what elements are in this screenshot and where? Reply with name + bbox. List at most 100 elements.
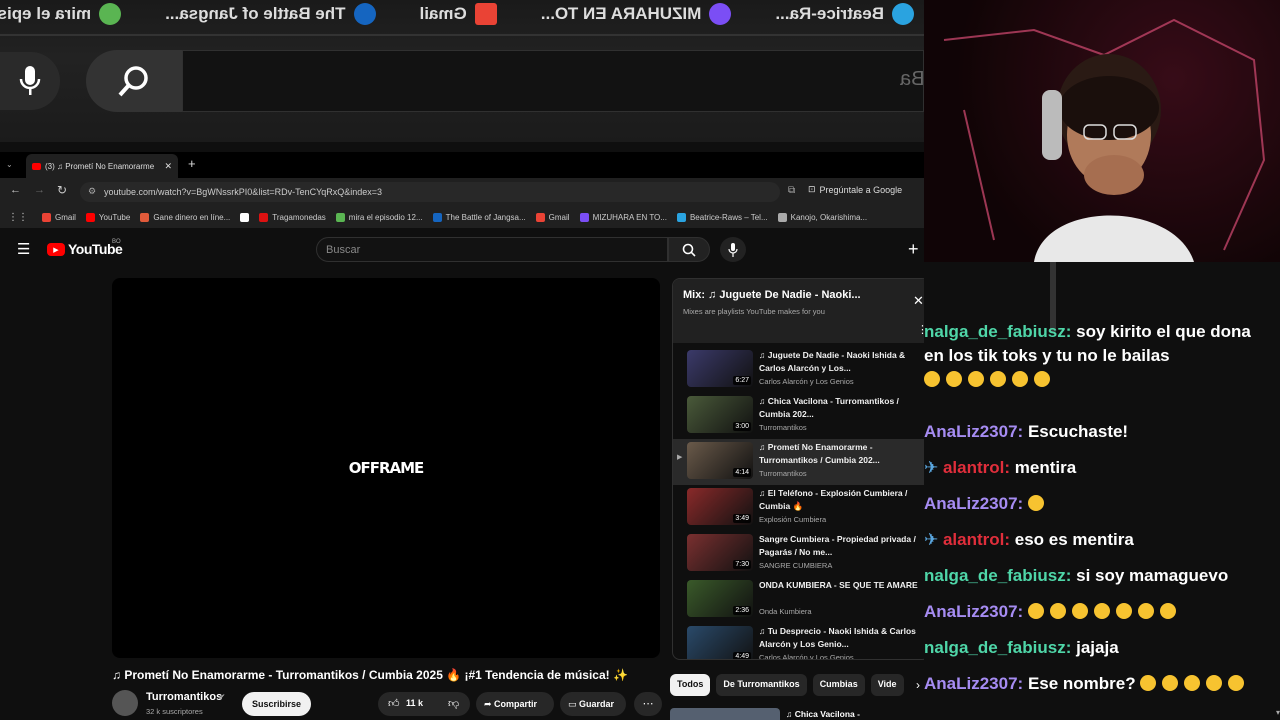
- chat-message: AnaLiz2307: Ese nombre?: [924, 672, 1274, 696]
- bookmark-item[interactable]: Tragamonedas: [259, 212, 326, 222]
- bookmark-item[interactable]: Kanojo, Okarishima...: [777, 212, 867, 222]
- browser-tab[interactable]: (3) ♫ Prometí No Enamorarme ✕: [26, 154, 178, 178]
- emoji-icon: [1159, 603, 1176, 619]
- channel-row: Turromantikos ✔ 32 k suscriptores Suscri…: [112, 690, 672, 718]
- chat-message: ✈ alantrol: mentira: [924, 456, 1274, 480]
- bookmark-favicon-icon: [140, 212, 150, 222]
- emoji-icon: [1049, 603, 1066, 619]
- create-icon[interactable]: +: [908, 239, 919, 260]
- search-icon: [682, 243, 696, 257]
- playlist-item[interactable]: 7:30 Sangre Cumbiera - Propiedad privada …: [673, 531, 929, 577]
- bookmark-item[interactable]: The Battle of Jangsa...: [432, 212, 526, 222]
- site-info-icon[interactable]: ⚙: [88, 186, 96, 197]
- back-icon[interactable]: ←: [10, 184, 21, 196]
- video-player[interactable]: OFFRAME: [112, 278, 660, 658]
- bookmark-item[interactable]: Beatrice-Raws – Tel...: [676, 212, 768, 222]
- bookmark-item[interactable]: YouTube: [85, 212, 130, 222]
- emoji-icon: [1137, 603, 1154, 619]
- chat-username[interactable]: AnaLiz2307:: [924, 674, 1023, 693]
- save-button[interactable]: ▭ Guardar: [560, 692, 626, 716]
- ask-google-button[interactable]: ⊡ Pregúntale a Google: [808, 184, 902, 195]
- emoji-icon: [1027, 495, 1044, 511]
- like-dislike-group: 👍︎ 11 k 👎︎: [378, 692, 470, 716]
- dislike-icon[interactable]: 👎︎: [448, 697, 459, 710]
- next-thumbnail: [670, 708, 780, 720]
- lens-icon: ⊡: [808, 184, 816, 194]
- playlist-item[interactable]: ▶ 4:14 ♫ Prometí No Enamorarme - Turromant…: [673, 439, 929, 485]
- save-label: Guardar: [579, 699, 615, 709]
- mix-playlist-panel: Mix: ♫ Juguete De Nadie - Naoki... Mixes…: [672, 278, 930, 660]
- duration: 4:14: [733, 468, 751, 477]
- chat-message: nalga_de_fabiusz: si soy mamaguevo: [924, 564, 1274, 588]
- chips-next-icon[interactable]: ›: [916, 678, 920, 692]
- tab-list-icon[interactable]: ⌄: [6, 160, 13, 169]
- chat-username[interactable]: AnaLiz2307:: [924, 602, 1023, 621]
- duration: 7:30: [733, 560, 751, 569]
- chat-username[interactable]: nalga_de_fabiusz:: [924, 638, 1071, 657]
- bookmark-item[interactable]: [240, 212, 250, 222]
- playlist-item[interactable]: 4:49 ♫ Tu Desprecio - Naoki Ishida & Carl…: [673, 623, 929, 660]
- bookmark-item[interactable]: MIZUHARA EN TO...: [579, 212, 667, 222]
- chat-username[interactable]: AnaLiz2307:: [924, 494, 1023, 513]
- new-tab-button[interactable]: +: [188, 156, 196, 171]
- playlist-subtitle: Mixes are playlists YouTube makes for yo…: [683, 307, 825, 316]
- filter-chip[interactable]: De Turromantikos: [716, 674, 807, 696]
- search-button[interactable]: [668, 237, 710, 262]
- menu-icon[interactable]: ☰: [17, 240, 30, 258]
- playlist-item-channel: Carlos Alarcón y Los Genios: [759, 653, 854, 660]
- bookmark-item[interactable]: Gmail: [535, 212, 570, 222]
- filter-chip[interactable]: Vide: [870, 674, 904, 696]
- channel-avatar[interactable]: [112, 690, 138, 716]
- chat-username[interactable]: alantrol:: [943, 458, 1010, 477]
- chat-username[interactable]: AnaLiz2307:: [924, 422, 1023, 441]
- filter-chip[interactable]: Cumbias: [812, 674, 865, 696]
- share-button[interactable]: ➦ Compartir: [476, 692, 554, 716]
- video-thumbnail: 4:49: [687, 626, 753, 659]
- filter-chip[interactable]: Todos: [670, 674, 711, 696]
- voice-search-button[interactable]: [720, 237, 746, 262]
- emoji-icon: [1140, 675, 1157, 691]
- emoji-icon: [924, 371, 940, 387]
- next-video-row[interactable]: ♫ Chica Vacilona -: [670, 708, 926, 720]
- apps-icon[interactable]: ⋮⋮: [8, 212, 28, 223]
- search-input[interactable]: Buscar: [316, 237, 668, 262]
- ask-google-label: Pregúntale a Google: [819, 184, 903, 195]
- close-tab-icon[interactable]: ✕: [164, 161, 172, 172]
- playlist-item-channel: Explosión Cumbiera: [759, 515, 827, 524]
- emoji-icon: [990, 371, 1006, 387]
- chat-username[interactable]: nalga_de_fabiusz:: [924, 566, 1071, 585]
- channel-name[interactable]: Turromantikos: [146, 691, 222, 703]
- verified-icon: ✔: [218, 692, 226, 702]
- bookmark-item[interactable]: Gane dinero en líne...: [140, 212, 230, 222]
- scroll-down-icon[interactable]: ▾: [1276, 708, 1280, 717]
- youtube-favicon-icon: [32, 162, 41, 170]
- install-app-icon[interactable]: ⧉: [788, 185, 795, 196]
- next-title: ♫ Chica Vacilona -: [786, 709, 860, 719]
- emoji-icon: [1093, 603, 1110, 619]
- forward-icon[interactable]: →: [34, 184, 45, 196]
- chat-username[interactable]: nalga_de_fabiusz:: [924, 322, 1071, 341]
- playlist-item[interactable]: 3:49 ♫ El Teléfono - Explosión Cumbiera /…: [673, 485, 929, 531]
- bookmark-favicon-icon: [676, 212, 686, 222]
- playlist-item[interactable]: 2:36 ONDA KUMBIERA - SE QUE TE AMARE Onda …: [673, 577, 929, 623]
- playlist-item[interactable]: 6:27 ♫ Juguete De Nadie - Naoki Ishida & …: [673, 347, 929, 393]
- address-bar[interactable]: ⚙ youtube.com/watch?v=BgWNssrkPI0&list=R…: [80, 182, 780, 202]
- close-playlist-icon[interactable]: ✕: [913, 293, 924, 309]
- playlist-item-channel: Carlos Alarcón y Los Genios: [759, 377, 854, 386]
- share-label: Compartir: [494, 699, 538, 709]
- like-icon[interactable]: 👍︎: [388, 697, 400, 710]
- bookmark-label: The Battle of Jangsa...: [445, 212, 526, 222]
- subscribe-button[interactable]: Suscribirse: [242, 692, 312, 716]
- bookmark-item[interactable]: mira el episodio 12...: [335, 212, 423, 222]
- youtube-logo-icon[interactable]: ▶: [47, 243, 65, 256]
- chat-username[interactable]: alantrol:: [943, 530, 1010, 549]
- reload-icon[interactable]: ↻: [57, 183, 67, 197]
- video-thumbnail: 2:36: [687, 580, 753, 617]
- more-actions-icon[interactable]: ⋯: [634, 692, 662, 716]
- video-thumbnail: 3:00: [687, 396, 753, 433]
- bookmark-label: MIZUHARA EN TO...: [592, 212, 667, 222]
- zoomed-browser-overlay: Beatrice-Ra... MIZUHARA EN TO... Gmail T…: [0, 0, 924, 142]
- duration: 3:49: [733, 514, 751, 523]
- bookmark-item[interactable]: Gmail: [42, 212, 76, 222]
- playlist-item[interactable]: 3:00 ♫ Chica Vacilona - Turromantikos / C…: [673, 393, 929, 439]
